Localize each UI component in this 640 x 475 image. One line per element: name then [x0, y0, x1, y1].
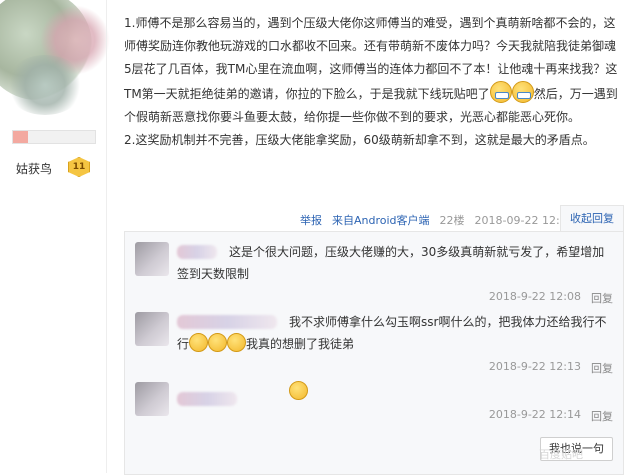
- post-paragraph: 2.这奖励机制并不完善，压级大佬能拿奖励，60级萌新却拿不到，这就是最大的矛盾点…: [124, 133, 595, 147]
- level-badge[interactable]: 11: [68, 157, 90, 177]
- level-progress-bar: [12, 130, 96, 144]
- post-content: 1.师傅不是那么容易当的，遇到个压级大佬你这师傅当的难受，遇到个真萌新啥都不会的…: [124, 12, 622, 152]
- post-time: 2018-09-22 12:06: [474, 213, 574, 227]
- reply-link[interactable]: 回复: [591, 408, 613, 424]
- report-link[interactable]: 举报: [300, 212, 322, 228]
- floor-number: 22楼: [439, 214, 465, 227]
- watermark: 百度贴吧: [539, 448, 583, 461]
- reply-time: 2018-9-22 12:13: [488, 360, 581, 373]
- avatar-blur: [5, 55, 85, 115]
- reply-time: 2018-9-22 12:14: [488, 408, 581, 421]
- reply-meta: 2018-9-22 12:13 回复: [489, 360, 613, 376]
- emoji-icon: [189, 333, 209, 352]
- emoji-icon: [227, 333, 247, 352]
- user-avatar[interactable]: [0, 0, 110, 120]
- reply-time: 2018-9-22 12:08: [488, 290, 581, 303]
- emoji-icon: [208, 333, 228, 352]
- sub-reply-list: 这是个很大问题，压级大佬赚的大，30多级真萌新就亏发了，希望增加签到天数限制 2…: [124, 231, 624, 475]
- reply-meta: 2018-9-22 12:08 回复: [489, 290, 613, 306]
- reply-text: 我不求师傅拿什么勾玉啊ssr啊什么的，把我体力还给我行不行 我真的想删了我徒弟: [177, 315, 607, 352]
- column-divider: [106, 0, 107, 473]
- mask-face-emoji-icon: [489, 81, 512, 103]
- reply-avatar[interactable]: [135, 312, 169, 346]
- reply-meta: 2018-9-22 12:14 回复: [489, 408, 613, 424]
- username[interactable]: 姑获鸟: [16, 160, 52, 177]
- mask-face-emoji-icon: [511, 81, 534, 103]
- collapse-reply-button[interactable]: 收起回复: [560, 205, 624, 232]
- reply-text: [177, 381, 613, 403]
- reply-avatar[interactable]: [135, 382, 169, 416]
- reply-avatar[interactable]: [135, 242, 169, 276]
- emoji-icon: [289, 381, 308, 400]
- post-paragraph: 1.师傅不是那么容易当的，遇到个压级大佬你这师傅当的难受，遇到个真萌新啥都不会的…: [124, 16, 618, 124]
- reply-link[interactable]: 回复: [591, 360, 613, 376]
- post-source: 来自Android客户端: [332, 214, 430, 227]
- reply-text: 这是个很大问题，压级大佬赚的大，30多级真萌新就亏发了，希望增加签到天数限制: [177, 245, 605, 281]
- reply-link[interactable]: 回复: [591, 290, 613, 306]
